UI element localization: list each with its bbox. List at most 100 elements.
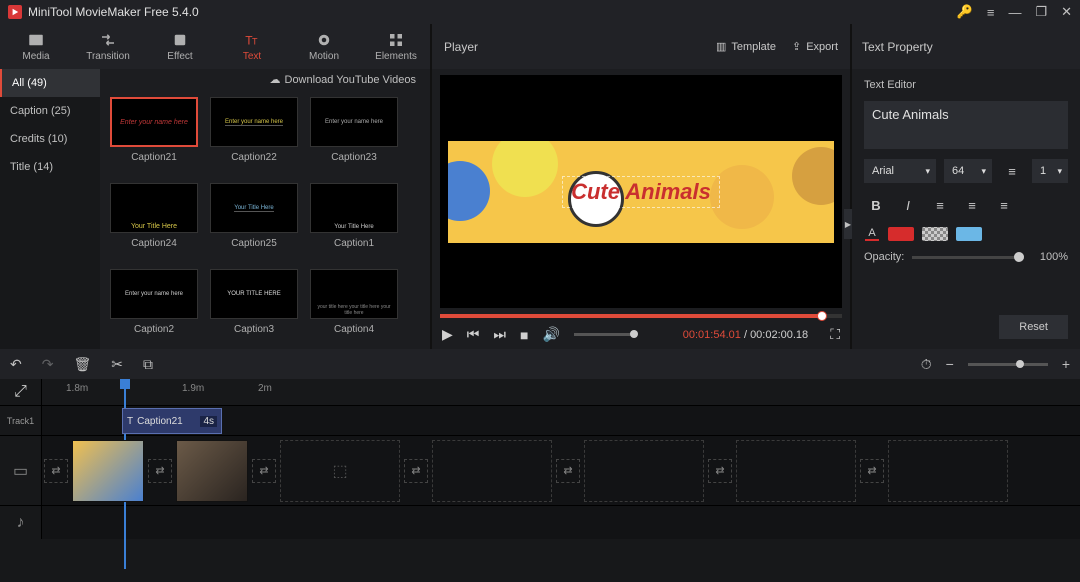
template-item[interactable]: Enter your name hereCaption21 xyxy=(110,97,198,163)
align-right-button[interactable]: ≡ xyxy=(992,193,1016,217)
cat-caption[interactable]: Caption (25) xyxy=(0,97,100,125)
template-icon: ▥ xyxy=(716,40,726,53)
video-track-row: ▭ ⇄ ⇄ ⇄ ⬚ ⇄ ⇄ ⇄ ⇄ xyxy=(0,435,1080,505)
video-track-icon: ▭ xyxy=(0,436,42,505)
transition-slot[interactable]: ⇄ xyxy=(860,459,884,483)
template-item[interactable]: Your Title HereCaption1 xyxy=(310,183,398,249)
export-icon: ⇪ xyxy=(792,40,801,53)
fill-color-swatch[interactable] xyxy=(888,227,914,241)
template-item[interactable]: your title here your title here your tit… xyxy=(310,269,398,335)
player-progress[interactable] xyxy=(440,314,842,318)
tab-transition[interactable]: Transition xyxy=(72,24,144,69)
template-item[interactable]: Your Title HereCaption24 xyxy=(110,183,198,249)
template-thumb: YOUR TITLE HERE xyxy=(210,269,298,319)
font-family-select[interactable]: Arial xyxy=(864,159,936,183)
highlight-color-swatch[interactable] xyxy=(956,227,982,241)
overlay-text[interactable]: Cute Animals xyxy=(562,176,720,208)
volume-icon[interactable]: 🔊 xyxy=(542,326,559,343)
zoom-slider[interactable] xyxy=(968,363,1048,366)
cat-title[interactable]: Title (14) xyxy=(0,153,100,181)
zoom-out-button[interactable]: − xyxy=(946,356,954,372)
playhead[interactable] xyxy=(120,379,130,389)
svg-text:T: T xyxy=(252,37,258,47)
template-item[interactable]: Your Title HereCaption25 xyxy=(210,183,298,249)
transition-slot[interactable]: ⇄ xyxy=(252,459,276,483)
template-label: Caption3 xyxy=(234,324,274,335)
text-track-label: Track1 xyxy=(0,406,42,435)
tab-text[interactable]: TT Text xyxy=(216,24,288,69)
italic-button[interactable]: I xyxy=(896,193,920,217)
text-editor-input[interactable] xyxy=(864,101,1068,149)
audio-track-body[interactable] xyxy=(42,506,1080,539)
template-item[interactable]: Enter your name hereCaption2 xyxy=(110,269,198,335)
download-youtube-link[interactable]: ☁ Download YouTube Videos xyxy=(270,73,417,86)
speed-icon[interactable]: ⏱ xyxy=(921,356,932,373)
drop-slot[interactable] xyxy=(888,440,1008,502)
cat-all[interactable]: All (49) xyxy=(0,69,100,97)
transition-slot[interactable]: ⇄ xyxy=(556,459,580,483)
prev-frame-icon[interactable]: ⏮ xyxy=(467,326,480,343)
text-track-row: Track1 T Caption21 4s xyxy=(0,405,1080,435)
drop-slot[interactable]: ⬚ xyxy=(280,440,400,502)
bold-button[interactable]: B xyxy=(864,193,888,217)
timeline-ruler[interactable]: ⤢ 1.8m 1.9m 2m xyxy=(0,379,1080,405)
text-clip-icon: T xyxy=(127,416,133,427)
undo-button[interactable]: ↶ xyxy=(10,356,22,373)
tab-motion[interactable]: Motion xyxy=(288,24,360,69)
transition-slot[interactable]: ⇄ xyxy=(44,459,68,483)
fit-timeline-button[interactable]: ⤢ xyxy=(0,379,42,405)
drop-slot[interactable] xyxy=(736,440,856,502)
video-clip-2[interactable] xyxy=(176,440,248,502)
opacity-slider[interactable] xyxy=(912,256,1024,259)
next-frame-icon[interactable]: ⏭ xyxy=(493,326,506,343)
volume-slider[interactable] xyxy=(574,333,634,336)
transition-slot[interactable]: ⇄ xyxy=(404,459,428,483)
zoom-in-button[interactable]: + xyxy=(1062,356,1070,372)
minimize-icon[interactable]: — xyxy=(1008,5,1021,20)
maximize-icon[interactable]: ❐ xyxy=(1035,4,1047,20)
video-track-body[interactable]: ⇄ ⇄ ⇄ ⬚ ⇄ ⇄ ⇄ ⇄ xyxy=(42,436,1080,506)
menu-icon[interactable]: ≡ xyxy=(987,5,995,20)
template-item[interactable]: Enter your name hereCaption23 xyxy=(310,97,398,163)
transition-slot[interactable]: ⇄ xyxy=(708,459,732,483)
template-item[interactable]: Enter your name hereCaption22 xyxy=(210,97,298,163)
split-button[interactable]: ✂ xyxy=(111,356,123,373)
stop-icon[interactable]: ■ xyxy=(520,327,528,343)
template-button[interactable]: ▥ Template xyxy=(716,40,776,53)
play-icon[interactable]: ▶ xyxy=(442,326,453,343)
fullscreen-icon[interactable]: ⛶ xyxy=(830,326,840,343)
delete-button[interactable]: 🗑 xyxy=(73,356,91,373)
panel-expand-handle[interactable]: ▶ xyxy=(844,209,852,239)
tab-media[interactable]: Media xyxy=(0,24,72,69)
line-spacing-icon[interactable]: ≡ xyxy=(1000,159,1024,183)
player-stage[interactable]: Cute Animals xyxy=(440,75,842,308)
template-thumb: your title here your title here your tit… xyxy=(310,269,398,319)
line-height-select[interactable]: 1 xyxy=(1032,159,1068,183)
cat-credits[interactable]: Credits (10) xyxy=(0,125,100,153)
align-left-button[interactable]: ≡ xyxy=(928,193,952,217)
key-icon[interactable]: 🔑 xyxy=(957,4,973,20)
export-button[interactable]: ⇪ Export xyxy=(792,40,838,53)
redo-button[interactable]: ↷ xyxy=(42,356,54,373)
text-property-panel: Text Property ▶ Text Editor Arial 64 ≡ 1… xyxy=(852,24,1080,349)
library-panel: Media Transition Effect TT Text Motion E… xyxy=(0,24,432,349)
drop-slot[interactable] xyxy=(584,440,704,502)
reset-button[interactable]: Reset xyxy=(999,315,1068,339)
close-icon[interactable]: ✕ xyxy=(1061,4,1072,20)
text-color-button[interactable]: A xyxy=(864,227,880,241)
template-label: Caption23 xyxy=(331,152,377,163)
bg-color-swatch[interactable] xyxy=(922,227,948,241)
player-panel: Player ▥ Template ⇪ Export Cute Animals xyxy=(432,24,852,349)
text-clip[interactable]: T Caption21 4s xyxy=(122,408,222,434)
crop-button[interactable]: ⧉ xyxy=(143,356,153,373)
template-label: Caption4 xyxy=(334,324,374,335)
drop-slot[interactable] xyxy=(432,440,552,502)
tab-effect[interactable]: Effect xyxy=(144,24,216,69)
font-size-select[interactable]: 64 xyxy=(944,159,992,183)
video-clip-1[interactable] xyxy=(72,440,144,502)
transition-slot[interactable]: ⇄ xyxy=(148,459,172,483)
align-center-button[interactable]: ≡ xyxy=(960,193,984,217)
tab-elements[interactable]: Elements xyxy=(360,24,432,69)
time-current: 00:01:54.01 xyxy=(683,329,741,341)
template-item[interactable]: YOUR TITLE HERE Caption3 xyxy=(210,269,298,335)
